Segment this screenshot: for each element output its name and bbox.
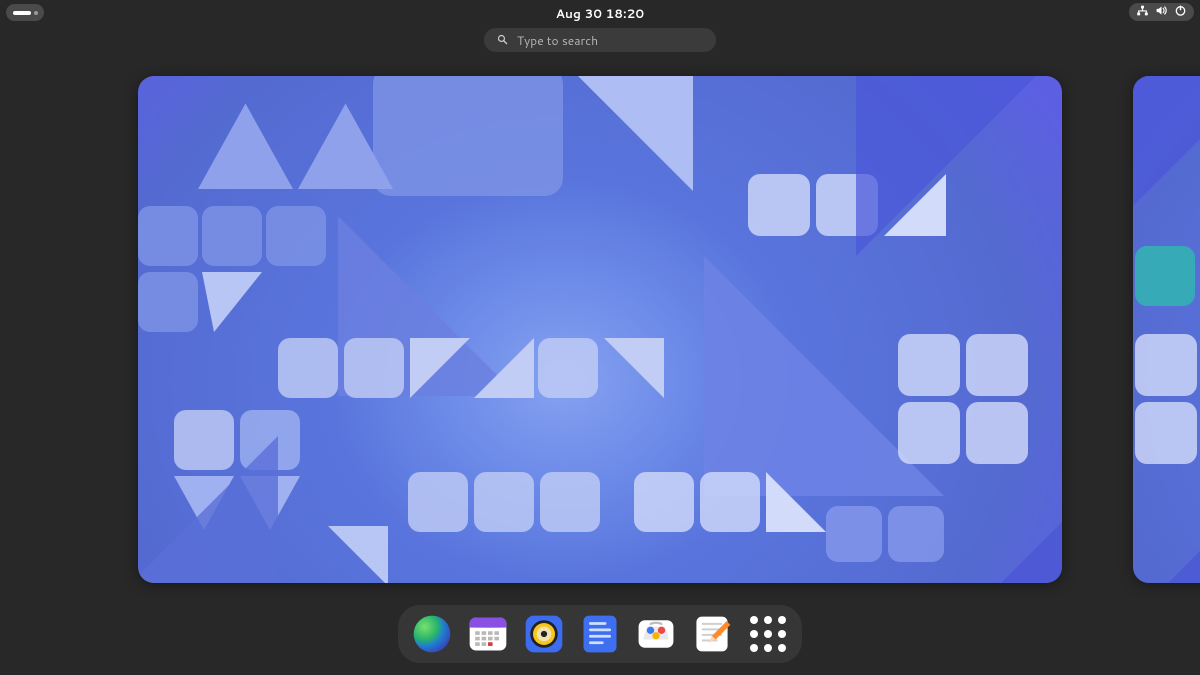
show-apps-button[interactable] xyxy=(746,612,790,656)
app-calendar[interactable] xyxy=(466,612,510,656)
workspace-thumbnail-2[interactable] xyxy=(1133,76,1200,583)
workspace-thumbnail-1[interactable] xyxy=(138,76,1062,583)
workspace-indicator-active xyxy=(13,11,31,15)
grid-icon xyxy=(746,612,790,656)
wallpaper xyxy=(138,76,1062,583)
search-icon xyxy=(497,32,508,49)
overview-search-wrap: Type to search xyxy=(0,28,1200,52)
workspace-indicator-dot xyxy=(34,11,38,15)
search-placeholder: Type to search xyxy=(517,32,598,49)
power-icon xyxy=(1174,4,1187,21)
dash xyxy=(398,605,802,663)
app-text-editor[interactable] xyxy=(690,612,734,656)
top-bar: Aug 30 18:20 xyxy=(0,0,1200,26)
activities-button[interactable] xyxy=(6,4,44,21)
app-music[interactable] xyxy=(522,612,566,656)
wallpaper xyxy=(1133,76,1200,583)
app-files[interactable] xyxy=(578,612,622,656)
app-software[interactable] xyxy=(634,612,678,656)
clock[interactable]: Aug 30 18:20 xyxy=(556,5,645,22)
system-menu[interactable] xyxy=(1129,3,1194,21)
search-input[interactable]: Type to search xyxy=(484,28,716,52)
app-web-browser[interactable] xyxy=(410,612,454,656)
volume-icon xyxy=(1155,4,1168,21)
network-icon xyxy=(1136,4,1149,21)
